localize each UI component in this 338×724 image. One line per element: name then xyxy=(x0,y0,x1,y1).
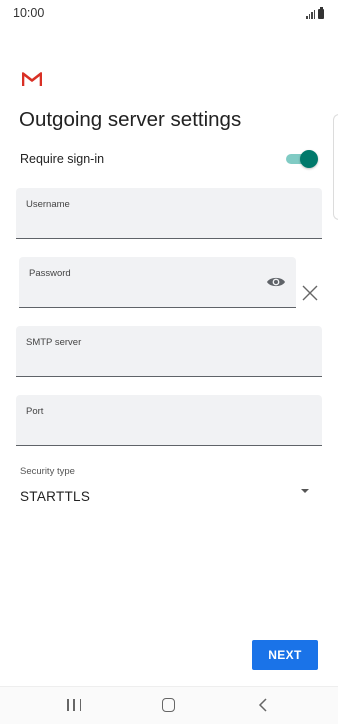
password-label: Password xyxy=(29,268,71,279)
next-button[interactable]: NEXT xyxy=(252,640,318,670)
gmail-m-icon xyxy=(22,72,42,86)
smtp-server-field[interactable]: SMTP server xyxy=(16,326,322,377)
status-icons xyxy=(306,7,324,19)
smtp-server-label: SMTP server xyxy=(26,337,82,348)
status-bar: 10:00 xyxy=(0,0,338,28)
username-input[interactable] xyxy=(26,216,312,232)
require-sign-in-label: Require sign-in xyxy=(20,152,105,166)
side-panel-handle[interactable] xyxy=(333,114,338,220)
close-icon[interactable] xyxy=(300,283,320,303)
security-type-label: Security type xyxy=(20,466,75,477)
status-time: 10:00 xyxy=(13,6,45,20)
require-sign-in-row[interactable]: Require sign-in xyxy=(16,144,322,174)
password-field[interactable]: Password xyxy=(19,257,296,308)
username-field[interactable]: Username xyxy=(16,188,322,239)
smtp-server-input[interactable] xyxy=(26,354,312,370)
recents-icon[interactable] xyxy=(67,699,81,711)
home-icon[interactable] xyxy=(162,698,175,712)
username-label: Username xyxy=(26,199,70,210)
security-type-select[interactable]: STARTTLS xyxy=(20,489,90,504)
page-title: Outgoing server settings xyxy=(19,108,242,131)
battery-icon xyxy=(318,7,324,19)
dropdown-arrow-icon[interactable] xyxy=(301,489,309,493)
navigation-bar xyxy=(0,686,338,724)
port-label: Port xyxy=(26,406,44,417)
password-input[interactable] xyxy=(29,285,260,301)
toggle-thumb xyxy=(300,150,318,168)
back-icon[interactable] xyxy=(257,698,269,712)
eye-icon[interactable] xyxy=(266,275,286,289)
port-input[interactable] xyxy=(26,423,312,439)
port-field[interactable]: Port xyxy=(16,395,322,446)
signal-icon xyxy=(306,10,315,19)
require-sign-in-toggle[interactable] xyxy=(286,150,318,168)
